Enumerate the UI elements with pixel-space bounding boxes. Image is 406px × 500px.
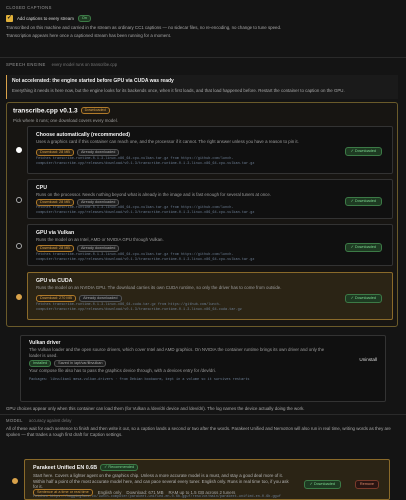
option-title: Choose automatically (recommended) (36, 132, 130, 138)
downloaded-button[interactable]: ✓ Downloaded (344, 294, 382, 303)
captions-checkbox-label: Add captions to every stream (17, 15, 74, 21)
option-desc: Runs the model on an Intel, AMD or NVIDI… (36, 237, 164, 242)
downloaded-button[interactable]: ✓ Downloaded (303, 480, 341, 489)
captions-status: Transcription appears here once a captio… (6, 33, 172, 38)
option-cpu[interactable]: CPU Runs on the processor. Needs nothing… (16, 179, 393, 219)
captions-toggle[interactable]: On (77, 15, 91, 22)
vulkan-packages: Packages: libvulkan1 mesa-vulkan-drivers… (29, 378, 250, 382)
option-source: Fetches transcribe-runtime-0.1.3-linux-x… (36, 157, 255, 166)
radio-cpu[interactable] (16, 197, 22, 203)
divider (0, 414, 406, 415)
remove-button[interactable]: Remove (354, 480, 379, 489)
option-title: GPU via CUDA (36, 278, 73, 284)
divider (0, 57, 406, 58)
uninstall-button[interactable]: Uninstall (359, 357, 377, 363)
recommended-badge: ✓ Recommended (100, 464, 139, 472)
vulkan-driver-card: Vulkan driver The Vulkan loader and the … (20, 335, 386, 402)
downloaded-button[interactable]: ✓ Downloaded (344, 197, 382, 206)
option-source: Fetches transcribe-runtime-0.1.3-linux-x… (36, 253, 255, 262)
model-heading: Model accuracy against delay (6, 418, 72, 423)
radio-vulkan[interactable] (16, 243, 22, 249)
runtime-card: transcribe.cpp v0.1.3 Downloaded Pick whe… (6, 102, 398, 327)
vulkan-desc: The Vulkan loader and the open source dr… (29, 347, 325, 358)
option-cuda[interactable]: GPU via CUDA Runs the model on an NVIDIA… (16, 272, 393, 320)
option-title: CPU (36, 185, 47, 191)
download-size-badge: Download: 28 MB (36, 245, 74, 253)
runtime-desc: Pick where it runs; one download covers … (13, 118, 118, 123)
acceleration-warning: Not accelerated: the engine started befo… (6, 75, 398, 99)
gpu-note: GPU choices appear only when this contai… (6, 406, 305, 411)
runtime-badge: Downloaded (80, 107, 110, 115)
checkbox-checked-icon[interactable]: ✓ (6, 15, 13, 22)
model-card-desc: Start here. Covers a lighter agent on th… (33, 473, 289, 490)
option-auto[interactable]: Choose automatically (recommended) Uses … (16, 126, 393, 174)
captions-desc: Transcribed on this machine and carried … (6, 25, 282, 30)
model-card-parakeet[interactable]: Parakeet Unified EN 0.6B ✓ Recommended St… (24, 459, 390, 500)
already-downloaded-badge: Already downloaded (79, 295, 122, 303)
option-desc: Runs the model on an NVIDIA GPU. The dow… (36, 285, 282, 290)
already-downloaded-badge: Already downloaded (76, 245, 120, 253)
radio-parakeet[interactable] (12, 478, 18, 484)
radio-cuda[interactable] (16, 294, 22, 300)
speech-engine-heading: Speech engine every model runs on transcr… (6, 62, 118, 67)
model-title: Parakeet Unified EN 0.6B ✓ Recommended (33, 464, 139, 472)
runtime-title: transcribe.cpp v0.1.3 Downloaded (13, 107, 110, 116)
closed-captions-heading: Closed captions (6, 5, 52, 10)
model-desc: All of these wait for each sentence to f… (6, 426, 391, 437)
option-source: Fetches transcribe-runtime-0.1.3-linux-x… (36, 303, 242, 312)
option-desc: Uses a graphics card if this container c… (36, 139, 299, 144)
model-source: Fetches https://huggingface.co/lunch-com… (33, 495, 281, 499)
option-vulkan[interactable]: GPU via Vulkan Runs the model on an Inte… (16, 224, 393, 266)
warning-text: Everything it needs is here now, but the… (12, 87, 345, 93)
installed-badge: Installed (29, 360, 52, 368)
saved-path-badge: Saved in /apt/var/libvulkan (54, 360, 107, 368)
downloaded-button[interactable]: ✓ Downloaded (344, 147, 382, 156)
speech-engine-subheading: every model runs on transcribe.cpp (51, 62, 118, 67)
option-source: Fetches transcribe-runtime-0.1.3-linux-x… (36, 206, 255, 215)
option-title: GPU via Vulkan (36, 230, 75, 236)
downloaded-button[interactable]: ✓ Downloaded (344, 243, 382, 252)
warning-title: Not accelerated: the engine started befo… (12, 78, 174, 84)
captions-checkbox-row[interactable]: ✓ Add captions to every stream On (6, 15, 91, 22)
vulkan-desc2: Your compose file also has to pass the g… (29, 368, 217, 373)
vulkan-title: Vulkan driver (29, 340, 61, 346)
download-size-badge: Download: 28 MB (36, 149, 74, 157)
model-subheading: accuracy against delay (28, 418, 72, 423)
download-size-badge: Download: 270 MB (36, 295, 77, 303)
option-desc: Runs on the processor. Needs nothing bey… (36, 192, 272, 197)
already-downloaded-badge: Already downloaded (76, 149, 120, 157)
radio-auto[interactable] (16, 147, 22, 153)
